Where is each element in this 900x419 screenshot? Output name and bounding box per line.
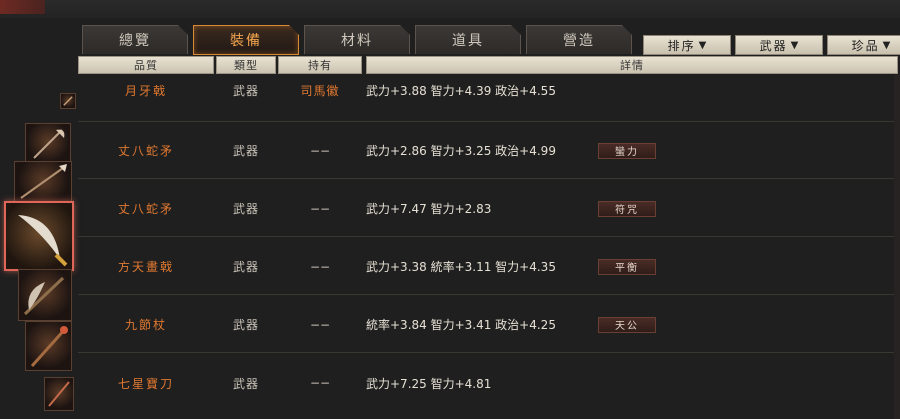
row-divider	[78, 178, 900, 179]
item-owner: 司馬徽	[300, 84, 340, 98]
item-detail: 武力+3.88 智力+4.39 政治+4.55	[366, 84, 556, 98]
item-type: 武器	[232, 84, 259, 98]
tab-construction[interactable]: 營造	[526, 25, 632, 54]
row-divider	[78, 294, 900, 295]
column-type[interactable]: 類型	[216, 56, 276, 74]
item-name: 七星寶刀	[117, 376, 174, 391]
item-owner: −−	[309, 376, 331, 390]
item-owner: −−	[309, 201, 331, 216]
item-detail: 武力+2.86 智力+3.25 政治+4.99	[366, 144, 556, 158]
small-blade-icon[interactable]	[44, 377, 74, 411]
table-row[interactable]: 月牙戟 武器 司馬徽 武力+3.88 智力+4.39 政治+4.55	[78, 75, 900, 122]
item-type: 武器	[232, 144, 259, 158]
scrollbar[interactable]	[894, 75, 900, 419]
item-owner: −−	[309, 259, 331, 274]
rarity-filter-dropdown[interactable]: 珍品 ▼	[827, 35, 900, 55]
chevron-down-icon: ▼	[790, 39, 799, 51]
item-type: 武器	[232, 260, 259, 274]
item-detail: 武力+7.47 智力+2.83	[366, 202, 492, 216]
table-row[interactable]: 九節杖 武器 −− 統率+3.84 智力+3.41 政治+4.25 天公	[78, 296, 900, 353]
item-type: 武器	[232, 376, 259, 391]
top-bar	[0, 0, 900, 18]
weapon-filter-dropdown[interactable]: 武器 ▼	[735, 35, 823, 55]
table-row[interactable]: 丈八蛇矛 武器 −− 武力+7.47 智力+2.83 符咒	[78, 180, 900, 237]
item-type: 武器	[232, 202, 259, 216]
tab-equipment[interactable]: 裝備	[193, 25, 299, 55]
table-row[interactable]: 七星寶刀 武器 −− 武力+7.25 智力+4.81	[78, 354, 900, 412]
item-name: 方天畫戟	[117, 260, 174, 274]
item-name: 九節杖	[124, 318, 167, 332]
item-detail: 統率+3.84 智力+3.41 政治+4.25	[366, 318, 556, 332]
trait-badge: 符咒	[598, 200, 656, 217]
crescent-blade-icon[interactable]	[4, 201, 74, 271]
table-row[interactable]: 丈八蛇矛 武器 −− 武力+2.86 智力+3.25 政治+4.99 蠻力	[78, 122, 900, 179]
item-name: 丈八蛇矛	[117, 202, 174, 216]
halberd-icon[interactable]	[25, 123, 71, 163]
spear-icon[interactable]	[14, 161, 72, 203]
table-row[interactable]: 方天畫戟 武器 −− 武力+3.38 統率+3.11 智力+4.35 平衡	[78, 238, 900, 295]
broad-blade-icon[interactable]	[18, 269, 72, 321]
sort-label: 排序	[667, 38, 696, 53]
small-weapon-icon[interactable]	[60, 93, 76, 109]
rarity-filter-label: 珍品	[851, 38, 880, 53]
item-owner: −−	[309, 317, 331, 332]
trait-badge: 平衡	[598, 258, 656, 275]
chevron-down-icon: ▼	[882, 39, 891, 51]
row-divider	[78, 352, 900, 353]
tab-overview[interactable]: 總覽	[82, 25, 188, 54]
item-type: 武器	[232, 318, 259, 332]
equipment-icon-strip	[0, 75, 78, 419]
item-owner: −−	[309, 143, 331, 158]
column-detail[interactable]: 詳情	[366, 56, 898, 74]
row-divider	[78, 236, 900, 237]
tab-items[interactable]: 道具	[415, 25, 521, 54]
sort-dropdown[interactable]: 排序 ▼	[643, 35, 731, 55]
item-detail: 武力+3.38 統率+3.11 智力+4.35	[366, 260, 556, 274]
item-name: 月牙戟	[124, 84, 167, 98]
weapon-filter-label: 武器	[759, 38, 788, 53]
tab-materials[interactable]: 材料	[304, 25, 410, 54]
item-name: 丈八蛇矛	[117, 144, 174, 158]
column-quality[interactable]: 品質	[78, 56, 214, 74]
item-detail: 武力+7.25 智力+4.81	[366, 376, 492, 391]
top-left-banner	[0, 0, 45, 14]
chevron-down-icon: ▼	[698, 39, 707, 51]
trait-badge: 天公	[598, 316, 656, 333]
trait-badge: 蠻力	[598, 142, 656, 159]
column-owner[interactable]: 持有	[278, 56, 362, 74]
staff-icon[interactable]	[25, 321, 72, 371]
